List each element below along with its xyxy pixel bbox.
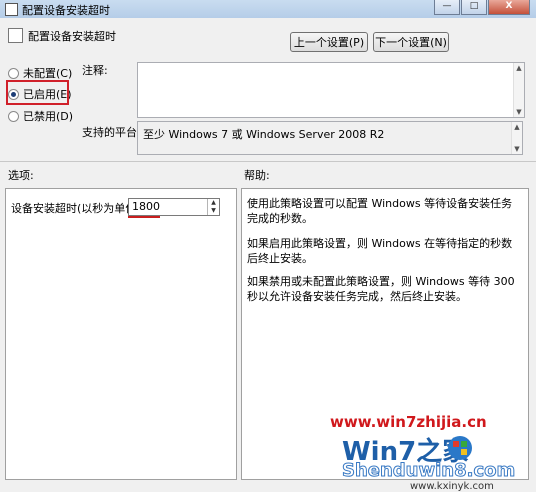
platform-box: 至少 Windows 7 或 Windows Server 2008 R2 ▲ … [137,121,523,155]
previous-setting-button[interactable]: 上一个设置(P) [290,32,368,52]
radio-not-configured[interactable]: 未配置(C) [8,65,72,81]
scroll-down-icon[interactable]: ▼ [512,145,522,153]
setting-icon [8,28,23,43]
watermark-logo: Win7之家 Shenduwin8.com www.kxinyk.com [342,436,516,492]
scroll-down-icon[interactable]: ▼ [514,108,524,116]
help-label: 帮助: [244,169,270,182]
watermark-url: www.win7zhijia.cn [330,413,487,431]
spin-down-icon[interactable]: ▼ [208,207,219,215]
title-bar: 配置设备安装超时 — □ X [0,0,536,18]
help-paragraph: 如果启用此策略设置，则 Windows 在等待指定的秒数后终止安装。 [247,237,513,265]
platform-label: 支持的平台: [82,126,141,139]
options-label: 选项: [8,169,34,182]
radio-label: 未配置(C) [23,67,73,80]
red-underline-annotation [128,216,160,218]
help-paragraph: 如果禁用或未配置此策略设置，则 Windows 等待 300 秒以允许设备安装任… [247,275,515,303]
timeout-label: 设备安装超时(以秒为单位) [11,202,141,215]
comment-scrollbar[interactable]: ▲ ▼ [513,63,524,117]
help-paragraph: 使用此策略设置可以配置 Windows 等待设备安装任务完成的秒数。 [247,197,513,225]
timeout-spinbox[interactable]: 1800 ▲ ▼ [128,198,220,216]
divider [0,161,536,162]
window-title: 配置设备安装超时 [22,4,110,17]
comment-textarea[interactable]: ▲ ▼ [137,62,525,118]
scroll-up-icon[interactable]: ▲ [512,123,522,131]
site-name: Shenduwin8.com [342,460,515,481]
setting-title: 配置设备安装超时 [28,30,116,43]
windows-logo-icon [448,436,472,460]
maximize-button[interactable]: □ [461,0,487,15]
options-panel [5,188,237,480]
radio-disabled[interactable]: 已禁用(D) [8,108,73,124]
scroll-up-icon[interactable]: ▲ [514,64,524,72]
timeout-value[interactable]: 1800 [132,200,160,213]
spin-up-icon[interactable]: ▲ [208,199,219,207]
policy-icon [5,3,18,16]
comment-label: 注释: [82,64,108,77]
next-setting-button[interactable]: 下一个设置(N) [373,32,449,52]
platform-scrollbar[interactable]: ▲ ▼ [511,122,522,154]
radio-icon[interactable] [8,110,19,122]
close-button[interactable]: X [488,0,530,15]
radio-icon[interactable] [8,67,19,79]
window-controls: — □ X [433,0,530,16]
platform-value: 至少 Windows 7 或 Windows Server 2008 R2 [143,128,385,141]
minimize-button[interactable]: — [434,0,460,15]
highlight-annotation [6,80,69,105]
spin-buttons[interactable]: ▲ ▼ [207,199,219,215]
site-url: www.kxinyk.com [410,481,494,492]
radio-label: 已禁用(D) [23,110,74,123]
